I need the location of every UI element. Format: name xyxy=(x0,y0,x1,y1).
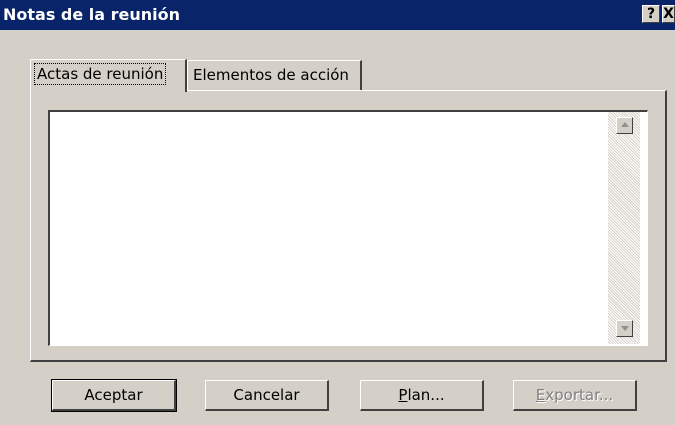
export-label: xportar... xyxy=(545,386,614,404)
scroll-up-button[interactable] xyxy=(616,117,633,134)
export-mnemonic: E xyxy=(535,386,546,404)
cancel-label: Cancelar xyxy=(233,386,300,404)
help-button[interactable]: ? xyxy=(642,5,660,23)
arrow-up-icon xyxy=(621,122,629,127)
title-bar[interactable]: Notas de la reunión ? X xyxy=(0,0,675,30)
cancel-button[interactable]: Cancelar xyxy=(205,380,329,411)
help-icon: ? xyxy=(646,6,656,22)
accept-button[interactable]: Aceptar xyxy=(51,379,177,412)
meeting-notes-dialog: Notas de la reunión ? X Actas de reunión… xyxy=(0,0,675,425)
close-button[interactable]: X xyxy=(662,5,675,23)
vertical-scrollbar[interactable] xyxy=(608,112,640,344)
close-icon: X xyxy=(663,6,674,22)
meeting-notes-textarea[interactable] xyxy=(48,110,648,346)
tab-label: Actas de reunión xyxy=(34,63,167,85)
tab-elementos-de-accion[interactable]: Elementos de acción xyxy=(187,60,362,90)
window-title: Notas de la reunión xyxy=(3,5,181,24)
export-button: Exportar... xyxy=(513,380,637,411)
tab-actas-de-reunion[interactable]: Actas de reunión xyxy=(30,59,187,92)
plan-label: lan... xyxy=(407,386,445,404)
tab-label: Elementos de acción xyxy=(193,66,349,84)
accept-label: Aceptar xyxy=(84,386,143,404)
arrow-down-icon xyxy=(621,326,629,331)
scroll-down-button[interactable] xyxy=(616,320,633,337)
plan-button[interactable]: Plan... xyxy=(360,380,484,411)
